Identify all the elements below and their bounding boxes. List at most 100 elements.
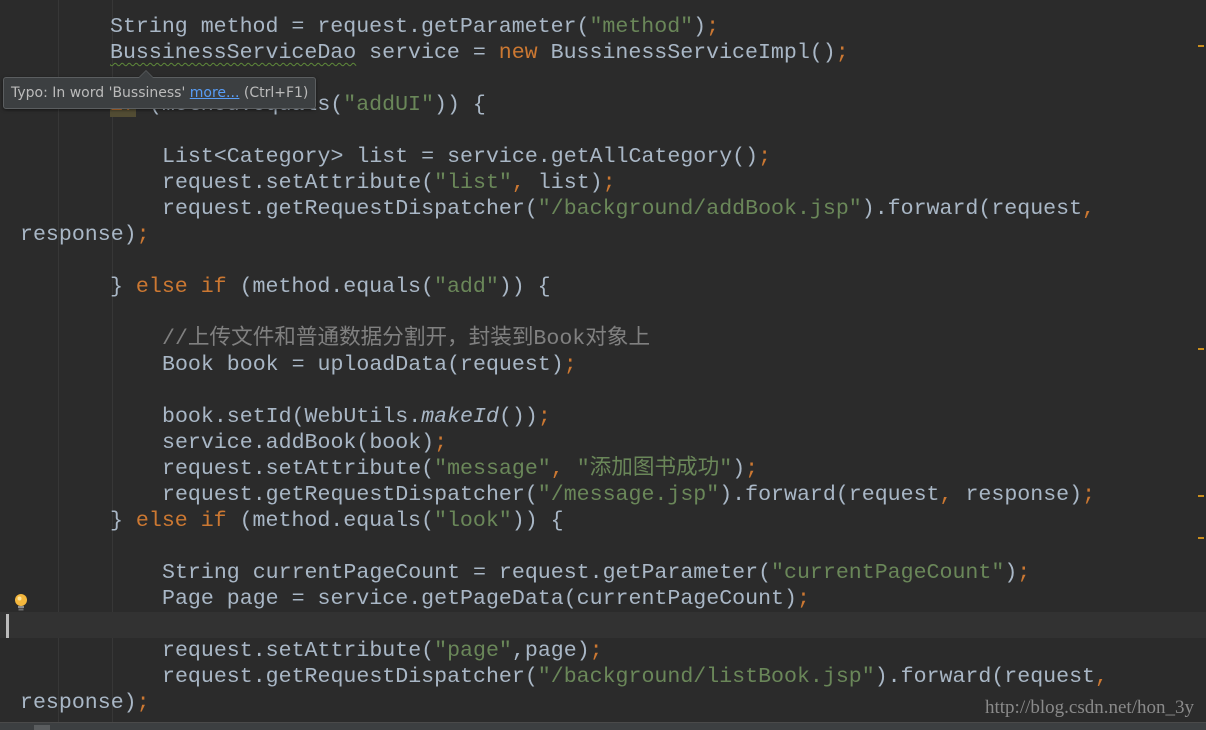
code-token: ) <box>732 457 746 481</box>
code-token: //上传文件和普通数据分割开，封装到Book对象上 <box>162 327 651 351</box>
code-line[interactable]: response); <box>20 222 150 248</box>
code-token: ).forward(request <box>719 483 940 507</box>
code-token: ; <box>1017 561 1031 585</box>
code-token: ,page) <box>511 639 590 663</box>
code-token: ; <box>563 353 577 377</box>
code-token: BussinessServiceImpl() <box>537 41 836 65</box>
code-token: ; <box>706 15 720 39</box>
code-token: ).forward(request <box>861 197 1083 221</box>
lightbulb-icon[interactable] <box>14 593 28 613</box>
tooltip-shortcut: (Ctrl+F1) <box>239 85 309 101</box>
code-token: (method.equals( <box>226 509 434 533</box>
code-token: else if <box>135 275 227 299</box>
code-token: ()) <box>498 405 538 429</box>
code-token: request.setAttribute( <box>162 457 435 481</box>
tooltip-text: Typo: In word 'Bussiness' <box>11 85 190 101</box>
code-token: "添加图书成功" <box>576 457 733 481</box>
code-token: "method" <box>589 15 694 39</box>
code-token: String method = request.getParameter( <box>110 15 590 39</box>
code-line[interactable]: response); <box>20 690 150 716</box>
code-token: service.addBook(book) <box>162 431 435 455</box>
code-token: response) <box>20 691 137 715</box>
scrollbar-thumb[interactable] <box>34 725 50 730</box>
code-token: , <box>511 171 525 195</box>
code-line[interactable]: request.getRequestDispatcher("/backgroun… <box>162 196 1095 222</box>
code-token: request.setAttribute( <box>162 171 435 195</box>
code-token: request.getRequestDispatcher( <box>162 665 538 689</box>
tooltip-arrow <box>138 70 154 78</box>
code-token: ; <box>136 223 150 247</box>
error-stripe-marker[interactable] <box>1198 348 1204 350</box>
code-token: } <box>110 509 136 533</box>
code-line[interactable]: book.setId(WebUtils.makeId()); <box>162 404 551 430</box>
code-token: String currentPageCount = request.getPar… <box>162 561 772 585</box>
code-token: )) { <box>511 509 564 533</box>
code-token: ; <box>1082 483 1096 507</box>
code-line[interactable]: Page page = service.getPageData(currentP… <box>162 586 810 612</box>
code-token: ; <box>537 405 551 429</box>
code-token: response) <box>20 223 137 247</box>
code-token: "addUI" <box>343 93 434 117</box>
code-line[interactable]: request.setAttribute("list", list); <box>162 170 616 196</box>
code-token: book.setId(WebUtils. <box>162 405 422 429</box>
code-token: ) <box>693 15 707 39</box>
code-token: "/message.jsp" <box>537 483 720 507</box>
code-token: else if <box>135 509 227 533</box>
code-line[interactable]: request.setAttribute("page",page); <box>162 638 603 664</box>
code-line[interactable]: List<Category> list = service.getAllCate… <box>162 144 771 170</box>
code-token: "/background/addBook.jsp" <box>537 197 862 221</box>
code-line[interactable]: String method = request.getParameter("me… <box>110 14 719 40</box>
code-token: ; <box>602 171 616 195</box>
code-token: ; <box>136 691 150 715</box>
error-stripe-marker[interactable] <box>1198 537 1204 539</box>
code-token: )) { <box>433 93 486 117</box>
code-token: "list" <box>434 171 512 195</box>
error-stripe-marker[interactable] <box>1198 495 1204 497</box>
code-token: Page page = service.getPageData(currentP… <box>162 587 797 611</box>
code-token: ; <box>434 431 448 455</box>
code-line[interactable]: request.getRequestDispatcher("/backgroun… <box>162 664 1108 690</box>
code-token: request.setAttribute( <box>162 639 435 663</box>
code-token: ; <box>589 639 603 663</box>
tooltip-more-link[interactable]: more... <box>190 85 240 101</box>
code-token: Book book = uploadData(request) <box>162 353 564 377</box>
code-token: service = <box>356 41 499 65</box>
code-token: "currentPageCount" <box>771 561 1005 585</box>
code-line[interactable]: String currentPageCount = request.getPar… <box>162 560 1030 586</box>
code-token: new <box>498 41 538 65</box>
code-token: request.getRequestDispatcher( <box>162 483 538 507</box>
current-line-highlight <box>0 612 1206 638</box>
code-line[interactable]: Book book = uploadData(request); <box>162 352 577 378</box>
code-token: ).forward(request <box>874 665 1096 689</box>
typo-tooltip: Typo: In word 'Bussiness' more... (Ctrl+… <box>3 70 317 109</box>
code-line[interactable]: service.addBook(book); <box>162 430 447 456</box>
code-line[interactable]: } else if (method.equals("add")) { <box>110 274 551 300</box>
code-token: , <box>1082 197 1096 221</box>
code-token: "add" <box>433 275 499 299</box>
code-token: , <box>550 457 577 481</box>
code-token: "/background/listBook.jsp" <box>537 665 875 689</box>
code-token: "look" <box>433 509 512 533</box>
code-line[interactable]: } else if (method.equals("look")) { <box>110 508 564 534</box>
code-token: list) <box>524 171 603 195</box>
code-token: ; <box>835 41 849 65</box>
code-line[interactable]: request.setAttribute("message", "添加图书成功"… <box>162 456 758 482</box>
code-token: makeId <box>421 405 499 429</box>
code-token: List<Category> list = service.getAllCate… <box>162 145 759 169</box>
code-token: "message" <box>434 457 551 481</box>
error-stripe-marker[interactable] <box>1198 45 1204 47</box>
code-line[interactable]: //上传文件和普通数据分割开，封装到Book对象上 <box>162 326 650 352</box>
code-token: (method.equals( <box>226 275 434 299</box>
code-token: , <box>939 483 966 507</box>
code-line[interactable]: BussinessServiceDao service = new Bussin… <box>110 40 849 66</box>
code-token: )) { <box>498 275 551 299</box>
code-token: request.getRequestDispatcher( <box>162 197 538 221</box>
code-token: } <box>110 275 136 299</box>
code-token: , <box>1095 665 1108 689</box>
code-token: ) <box>1004 561 1018 585</box>
code-token: "page" <box>434 639 512 663</box>
text-caret <box>6 614 9 638</box>
code-token: response) <box>965 483 1083 507</box>
code-token: ; <box>745 457 759 481</box>
code-line[interactable]: request.getRequestDispatcher("/message.j… <box>162 482 1095 508</box>
